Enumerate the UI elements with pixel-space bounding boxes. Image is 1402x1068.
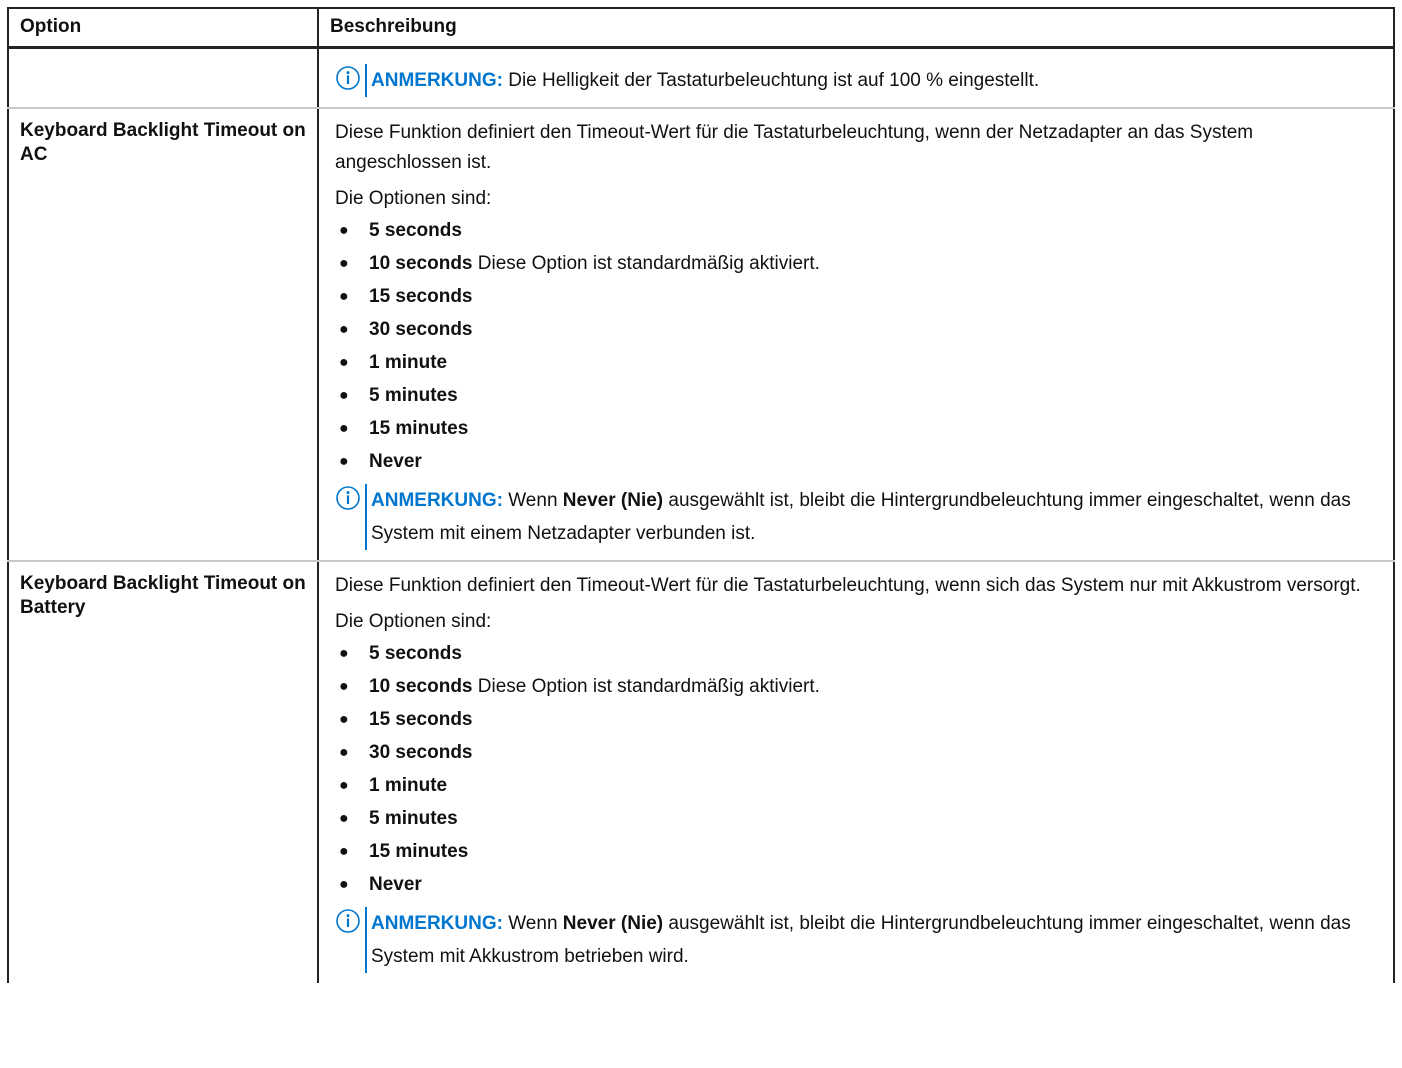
header-option: Option xyxy=(7,7,319,49)
bullet-icon: ● xyxy=(339,420,349,437)
list-item: ● 15 seconds xyxy=(335,280,1381,313)
bullet-icon: ● xyxy=(339,645,349,662)
list-item: ● 5 minutes xyxy=(335,379,1381,412)
table-row: Keyboard Backlight Timeout on Battery Di… xyxy=(7,560,1395,983)
bullet-icon: ● xyxy=(339,453,349,470)
bullet-icon: ● xyxy=(339,777,349,794)
list-item: ● 15 minutes xyxy=(335,835,1381,868)
option-cell: Keyboard Backlight Timeout on AC xyxy=(7,107,319,562)
description-text: Diese Funktion definiert den Timeout-Wer… xyxy=(335,122,1254,173)
options-list: ● 5 seconds ● 10 seconds Diese Option ist … xyxy=(335,637,1381,901)
note-text: Die Helligkeit der Tastaturbeleuchtung i… xyxy=(502,70,1040,91)
note-body: ANMERKUNG: Wenn Never (Nie) ausgewählt i… xyxy=(365,484,1381,550)
info-icon xyxy=(336,486,360,510)
list-item: ● Never xyxy=(335,868,1381,901)
option-cell: Keyboard Backlight Timeout on Battery xyxy=(7,560,319,983)
options-list: ● 5 seconds ● 10 seconds Diese Option ist … xyxy=(335,214,1381,478)
bullet-icon: ● xyxy=(339,711,349,728)
note-body: ANMERKUNG: Die Helligkeit der Tastaturbe… xyxy=(365,64,1039,97)
list-item: ● 5 seconds xyxy=(335,214,1381,247)
table-row: ANMERKUNG: Die Helligkeit der Tastaturbe… xyxy=(7,46,1395,109)
option-cell xyxy=(7,46,319,109)
bullet-icon: ● xyxy=(339,321,349,338)
list-item: ● 15 seconds xyxy=(335,703,1381,736)
bullet-icon: ● xyxy=(339,843,349,860)
note-label: ANMERKUNG: xyxy=(371,70,503,91)
description-text: Diese Funktion definiert den Timeout-Wer… xyxy=(335,575,1361,596)
list-item: ● 30 seconds xyxy=(335,736,1381,769)
description-cell: Diese Funktion definiert den Timeout-Wer… xyxy=(317,560,1395,983)
list-item: ● 10 seconds Diese Option ist standardmäß… xyxy=(335,670,1381,703)
note: ANMERKUNG: Wenn Never (Nie) ausgewählt i… xyxy=(335,484,1381,550)
bullet-icon: ● xyxy=(339,678,349,695)
note: ANMERKUNG: Wenn Never (Nie) ausgewählt i… xyxy=(335,907,1381,973)
bullet-icon: ● xyxy=(339,222,349,239)
list-item: ● 30 seconds xyxy=(335,313,1381,346)
note-label: ANMERKUNG: xyxy=(371,913,503,934)
info-icon xyxy=(336,909,360,933)
bullet-icon: ● xyxy=(339,744,349,761)
list-item: ● 1 minute xyxy=(335,769,1381,802)
bullet-icon: ● xyxy=(339,288,349,305)
options-intro: Die Optionen sind: xyxy=(335,188,492,209)
list-item: ● 5 seconds xyxy=(335,637,1381,670)
note-label: ANMERKUNG: xyxy=(371,490,503,511)
note: ANMERKUNG: Die Helligkeit der Tastaturbe… xyxy=(335,64,1381,97)
bullet-icon: ● xyxy=(339,810,349,827)
table-row: Keyboard Backlight Timeout on AC Diese F… xyxy=(7,107,1395,562)
description-cell: ANMERKUNG: Die Helligkeit der Tastaturbe… xyxy=(317,46,1395,109)
list-item: ● Never xyxy=(335,445,1381,478)
header-description: Beschreibung xyxy=(317,7,1395,49)
list-item: ● 10 seconds Diese Option ist standardmäß… xyxy=(335,247,1381,280)
bullet-icon: ● xyxy=(339,387,349,404)
options-intro: Die Optionen sind: xyxy=(335,611,492,632)
list-item: ● 15 minutes xyxy=(335,412,1381,445)
description-cell: Diese Funktion definiert den Timeout-Wer… xyxy=(317,107,1395,562)
bullet-icon: ● xyxy=(339,876,349,893)
info-icon xyxy=(336,66,360,90)
bullet-icon: ● xyxy=(339,354,349,371)
list-item: ● 5 minutes xyxy=(335,802,1381,835)
note-body: ANMERKUNG: Wenn Never (Nie) ausgewählt i… xyxy=(365,907,1381,973)
settings-table: Option Beschreibung ANMERKUNG: Die Helli… xyxy=(7,7,1395,983)
list-item: ● 1 minute xyxy=(335,346,1381,379)
table-header-row: Option Beschreibung xyxy=(7,7,1395,49)
bullet-icon: ● xyxy=(339,255,349,272)
